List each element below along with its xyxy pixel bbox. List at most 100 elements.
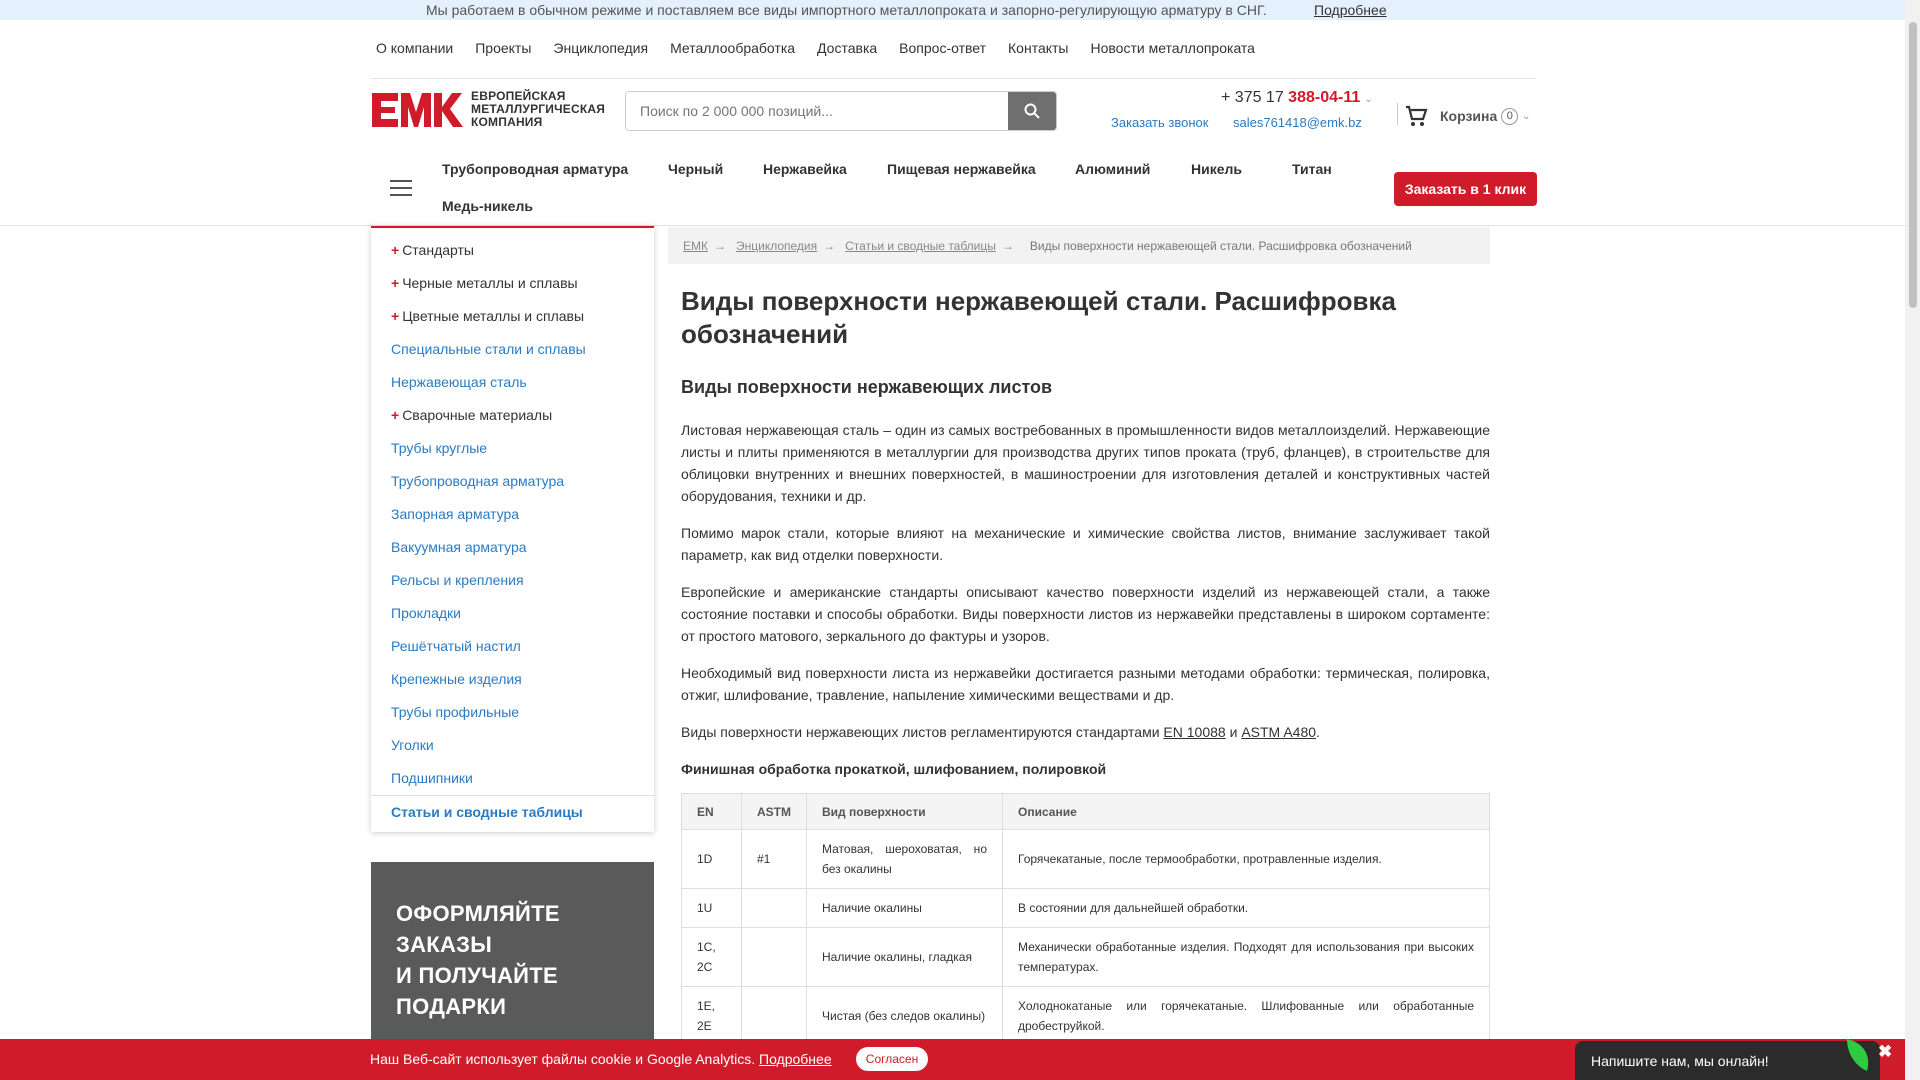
sidebar: + Стандарты + Черные металлы и сплавы + Цве…: [371, 226, 654, 832]
promo-line-2: ЗАКАЗЫ: [396, 932, 493, 957]
cart-icon: [1406, 105, 1428, 126]
promo-line-3: И ПОЛУЧАЙТЕ: [396, 963, 558, 988]
p5-text: и: [1225, 724, 1242, 740]
sidebar-item-grating[interactable]: Решётчатый настил: [391, 638, 521, 654]
menu-icon[interactable]: [390, 180, 412, 201]
expand-icon: +: [391, 308, 400, 324]
cookie-text: Наш Веб-сайт использует файлы cookie и G…: [370, 1051, 756, 1067]
category-item-food-stainless[interactable]: Пищевая нержавейка: [887, 161, 1036, 177]
expand-icon: +: [391, 242, 400, 258]
column-header-description: Описание: [1002, 793, 1490, 830]
search-input[interactable]: [626, 92, 1008, 130]
sidebar-item-gaskets[interactable]: Прокладки: [391, 605, 461, 621]
header-divider: [1397, 103, 1398, 125]
breadcrumb-item-home[interactable]: ЕМК: [683, 239, 708, 253]
cookie-accept-button[interactable]: Согласен: [856, 1047, 928, 1071]
en10088-link[interactable]: EN 10088: [1163, 724, 1225, 740]
sidebar-item-articles[interactable]: Статьи и сводные таблицы: [391, 804, 583, 820]
sidebar-item-nonferrous[interactable]: + Цветные металлы и сплавы: [391, 308, 584, 324]
email-link[interactable]: sales761418@emk.bz: [1233, 115, 1362, 130]
top-nav-item-about[interactable]: О компании: [376, 40, 453, 56]
cart-button[interactable]: Корзина 0 ⌄: [1404, 104, 1531, 128]
search-button[interactable]: [1008, 92, 1056, 130]
table-cell-description: Механически обработанные изделия. Подход…: [1002, 927, 1490, 987]
sidebar-item-vacuum-valves[interactable]: Вакуумная арматура: [391, 539, 527, 555]
phone-main: 388-04-11: [1288, 89, 1361, 106]
arrow-right-icon: →: [714, 238, 726, 253]
close-icon[interactable]: ✖: [1878, 1042, 1892, 1062]
sidebar-item-shutoff-valves[interactable]: Запорная арматура: [391, 506, 519, 522]
table-cell-en: 1E, 2E: [681, 986, 742, 1046]
top-nav-item-metalworking[interactable]: Металлообработка: [670, 40, 795, 56]
scrollbar-thumb[interactable]: [1909, 22, 1917, 308]
table-cell-surface: Чистая (без следов окалины): [806, 986, 1003, 1046]
page-scrollbar[interactable]: [1905, 0, 1920, 1080]
callback-link[interactable]: Заказать звонок: [1111, 115, 1208, 130]
table-cell-surface: Наличие окалины, гладкая: [806, 927, 1003, 987]
table-row: 1E, 2E Чистая (без следов окалины) Холод…: [681, 986, 1490, 1046]
article-paragraph-5: Виды поверхности нержавеющих листов регл…: [681, 721, 1490, 743]
category-item-stainless[interactable]: Нержавейка: [763, 161, 847, 177]
chevron-down-icon: ⌄: [1364, 94, 1373, 105]
breadcrumb-item-encyclopedia[interactable]: Энциклопедия: [736, 239, 817, 253]
top-nav-item-news[interactable]: Новости металлопроката: [1091, 40, 1255, 56]
order-one-click-button[interactable]: Заказать в 1 клик: [1394, 172, 1537, 206]
sidebar-item-welding[interactable]: + Сварочные материалы: [391, 407, 552, 423]
table-cell-description: В состоянии для дальнейшей обработки.: [1002, 888, 1490, 928]
announcement-more-link[interactable]: Подробнее: [1314, 2, 1387, 18]
emk-logo-mark: [372, 93, 463, 127]
sidebar-item-stainless-steel[interactable]: Нержавеющая сталь: [391, 374, 527, 390]
table-cell-en: 1D: [681, 829, 742, 889]
search-icon: [1024, 103, 1040, 119]
sidebar-item-round-pipes[interactable]: Трубы круглые: [391, 440, 487, 456]
table-cell-en: 1C, 2C: [681, 927, 742, 987]
sidebar-item-label: Черные металлы и сплавы: [402, 275, 578, 291]
arrow-right-icon: →: [823, 238, 836, 253]
sidebar-item-profile-pipes[interactable]: Трубы профильные: [391, 704, 519, 720]
sidebar-item-label: Стандарты: [402, 242, 474, 258]
sidebar-item-bearings[interactable]: Подшипники: [391, 770, 473, 786]
top-nav-item-faq[interactable]: Вопрос-ответ: [899, 40, 986, 56]
expand-icon: +: [391, 275, 400, 291]
top-nav-item-projects[interactable]: Проекты: [475, 40, 531, 56]
article: Виды поверхности нержавеющей стали. Расш…: [681, 285, 1490, 1046]
chat-widget[interactable]: Напишите нам, мы онлайн!: [1575, 1041, 1880, 1080]
category-item-black[interactable]: Черный: [668, 161, 723, 177]
table-cell-astm: [741, 986, 807, 1046]
table-row: 1C, 2C Наличие окалины, гладкая Механиче…: [681, 927, 1490, 987]
table-cell-surface: Матовая, шероховатая, но без окалины: [806, 829, 1003, 889]
cookie-more-link[interactable]: Подробнее: [759, 1051, 832, 1067]
sidebar-item-ferrous[interactable]: + Черные металлы и сплавы: [391, 275, 578, 291]
top-nav-item-contacts[interactable]: Контакты: [1008, 40, 1068, 56]
category-nav-divider: [0, 225, 1920, 226]
breadcrumb-current: Виды поверхности нержавеющей стали. Расш…: [1029, 238, 1412, 253]
sidebar-item-pipeline-fittings[interactable]: Трубопроводная арматура: [391, 473, 564, 489]
cart-count-badge: 0: [1501, 107, 1519, 125]
sidebar-item-angles[interactable]: Уголки: [391, 737, 434, 753]
sidebar-item-special-steels[interactable]: Специальные стали и сплавы: [391, 341, 586, 357]
category-item-copper-nickel[interactable]: Медь-никель: [442, 198, 533, 214]
promo-text: ОФОРМЛЯЙТЕ ЗАКАЗЫ И ПОЛУЧАЙТЕ ПОДАРКИ: [396, 898, 560, 1022]
sidebar-item-rails[interactable]: Рельсы и крепления: [391, 572, 524, 588]
astm-a480-link[interactable]: ASTM A480: [1241, 724, 1316, 740]
breadcrumb-item-articles[interactable]: Статьи и сводные таблицы: [845, 239, 996, 253]
table-cell-astm: #1: [741, 829, 807, 889]
category-item-nickel[interactable]: Никель: [1191, 161, 1242, 177]
top-nav-item-encyclopedia[interactable]: Энциклопедия: [553, 40, 648, 56]
phone-number[interactable]: + 375 17 388-04-11 ⌄: [1221, 89, 1373, 107]
category-item-titanium[interactable]: Титан: [1292, 161, 1332, 177]
sidebar-item-fasteners[interactable]: Крепежные изделия: [391, 671, 522, 687]
logo-text: ЕВРОПЕЙСКАЯ МЕТАЛЛУРГИЧЕСКАЯ КОМПАНИЯ: [471, 90, 605, 129]
table-cell-surface: Наличие окалины: [806, 888, 1003, 928]
sidebar-item-standards[interactable]: + Стандарты: [391, 242, 474, 258]
announcement-bar: Мы работаем в обычном режиме и поставляе…: [0, 0, 1920, 20]
p5-text: Виды поверхности нержавеющих листов регл…: [681, 724, 1164, 740]
category-nav: Трубопроводная арматура Черный Нержавейк…: [370, 148, 1537, 226]
top-nav-item-delivery[interactable]: Доставка: [817, 40, 877, 56]
category-item-pipeline-fittings[interactable]: Трубопроводная арматура: [442, 161, 628, 177]
site-logo[interactable]: ЕВРОПЕЙСКАЯ МЕТАЛЛУРГИЧЕСКАЯ КОМПАНИЯ: [370, 90, 606, 130]
table-header-row: EN ASTM Вид поверхности Описание: [681, 793, 1490, 830]
table-cell-description: Холоднокатаные или горячекатаные. Шлифов…: [1002, 986, 1490, 1046]
category-item-aluminum[interactable]: Алюминий: [1075, 161, 1150, 177]
article-subtitle: Виды поверхности нержавеющих листов: [681, 377, 1053, 397]
